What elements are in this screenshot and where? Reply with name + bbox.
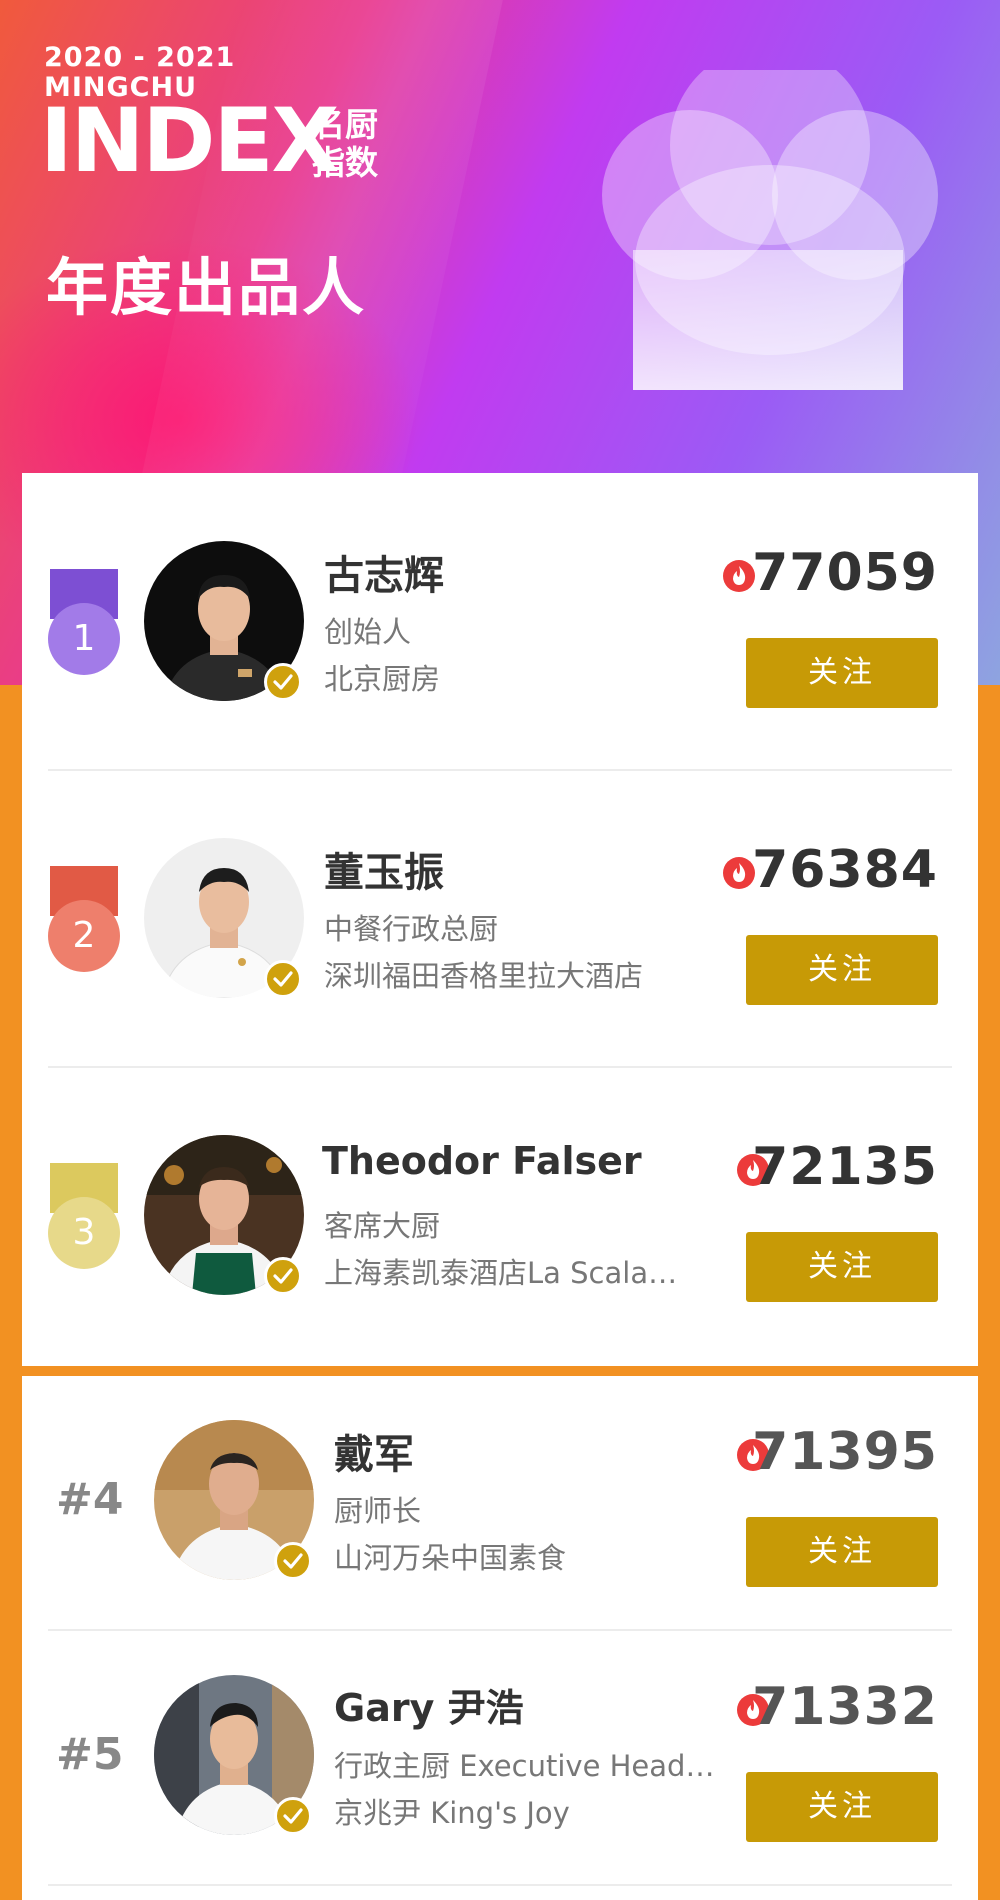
chef-name[interactable]: Gary 尹浩 [334, 1677, 524, 1732]
rank-number: 3 [48, 1197, 120, 1269]
chef-row-3[interactable]: 3 Theodor Falser 客席大厨 上海素凯泰酒店La Scala… 7… [22, 1067, 978, 1364]
chef-title: 创始人 [324, 615, 412, 649]
rank-number: #5 [56, 1729, 124, 1780]
chef-row-5[interactable]: #5 Gary 尹浩 行政主厨 Executive Head… 京兆尹 King… [22, 1631, 978, 1886]
season-years: 2020 - 2021 [44, 42, 236, 73]
verified-check-icon [264, 1257, 302, 1295]
index-chinese-label: 名厨指数 [312, 105, 378, 182]
index-word: INDEX [40, 89, 339, 192]
chef-row-4[interactable]: #4 戴军 厨师长 山河万朵中国素食 71395 关注 [22, 1376, 978, 1631]
chef-name[interactable]: 古志辉 [324, 543, 444, 601]
chef-title: 行政主厨 Executive Head… [334, 1749, 715, 1783]
chef-row-2[interactable]: 2 董玉振 中餐行政总厨 深圳福田香格里拉大酒店 76384 关注 [22, 770, 978, 1067]
chef-name[interactable]: Theodor Falser [322, 1139, 642, 1183]
medal-icon: 3 [48, 1163, 120, 1269]
chef-restaurant: 山河万朵中国素食 [334, 1541, 567, 1575]
chef-name[interactable]: 戴军 [334, 1422, 414, 1480]
rank-number: 2 [48, 900, 120, 972]
top-three-card: 1 古志辉 创始人 北京厨房 77059 关注 2 董玉振 中餐行政总厨 深圳福… [22, 473, 978, 1366]
medal-icon: 2 [48, 866, 120, 972]
popularity-score: 76384 [752, 840, 938, 900]
follow-button[interactable]: 关注 [746, 1517, 938, 1587]
verified-check-icon [264, 663, 302, 701]
verified-check-icon [264, 960, 302, 998]
chef-title: 客席大厨 [324, 1209, 441, 1243]
follow-button[interactable]: 关注 [746, 935, 938, 1005]
chef-hat-icon [600, 45, 940, 400]
divider [48, 1884, 952, 1886]
flame-icon [723, 560, 755, 592]
follow-button[interactable]: 关注 [746, 1232, 938, 1302]
chef-title: 中餐行政总厨 [324, 912, 499, 946]
flame-icon [723, 857, 755, 889]
chef-restaurant: 京兆尹 King's Joy [334, 1796, 570, 1830]
ranking-list-card: #4 戴军 厨师长 山河万朵中国素食 71395 关注 #5 Gary 尹浩 行… [22, 1376, 978, 1900]
chef-restaurant: 深圳福田香格里拉大酒店 [324, 959, 644, 993]
popularity-score: 71395 [752, 1422, 938, 1482]
popularity-score: 72135 [752, 1137, 938, 1197]
page-title: 年度出品人 [46, 251, 367, 324]
verified-check-icon [274, 1542, 312, 1580]
chef-restaurant: 上海素凯泰酒店La Scala… [324, 1256, 678, 1290]
rank-number: #4 [56, 1474, 124, 1525]
verified-check-icon [274, 1797, 312, 1835]
popularity-score: 71332 [752, 1677, 938, 1737]
medal-icon: 1 [48, 569, 120, 675]
popularity-score: 77059 [752, 543, 938, 603]
chef-name[interactable]: 董玉振 [324, 840, 444, 898]
chef-title: 厨师长 [334, 1494, 422, 1528]
rank-number: 1 [48, 603, 120, 675]
follow-button[interactable]: 关注 [746, 1772, 938, 1842]
chef-restaurant: 北京厨房 [324, 662, 441, 696]
follow-button[interactable]: 关注 [746, 638, 938, 708]
chef-row-1[interactable]: 1 古志辉 创始人 北京厨房 77059 关注 [22, 473, 978, 770]
